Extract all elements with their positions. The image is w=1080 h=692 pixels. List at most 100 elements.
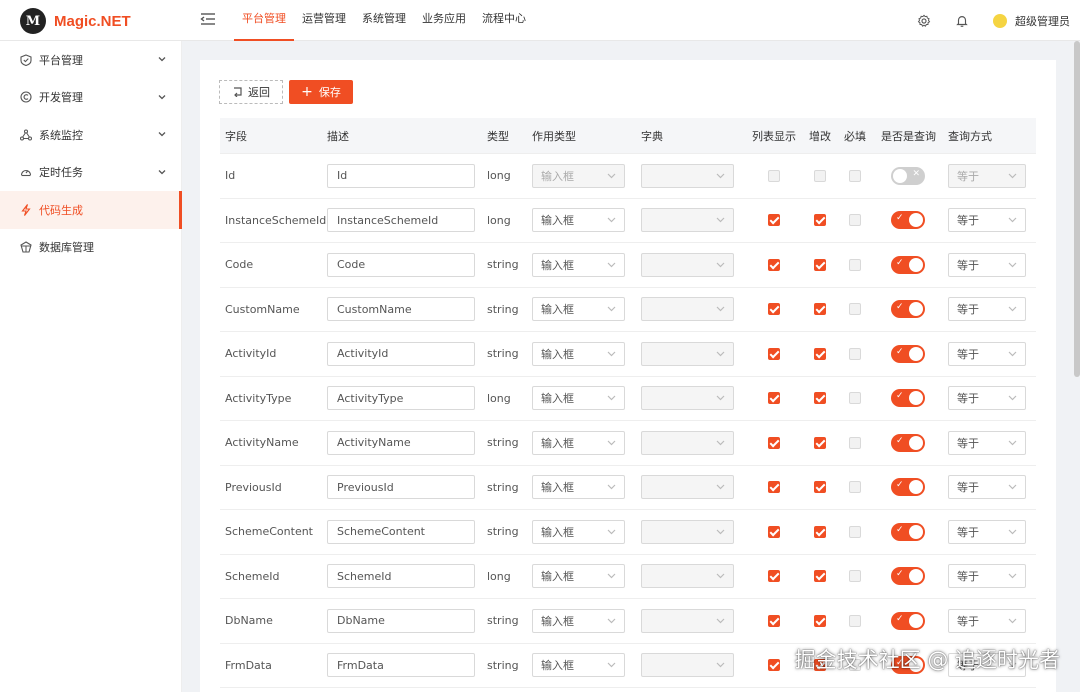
- dict-select[interactable]: [641, 252, 734, 277]
- action-type-select[interactable]: 输入框: [532, 252, 625, 277]
- list-show-checkbox[interactable]: [768, 303, 780, 316]
- dict-select[interactable]: [641, 564, 734, 589]
- query-toggle[interactable]: ✕: [891, 166, 925, 185]
- desc-input[interactable]: FrmData: [327, 653, 475, 678]
- chevron-down-icon[interactable]: [157, 54, 167, 64]
- dict-select[interactable]: [641, 608, 734, 633]
- topnav-tab[interactable]: 运营管理: [294, 0, 354, 41]
- query-mode-select[interactable]: 等于: [948, 430, 1026, 455]
- query-mode-select[interactable]: 等于: [948, 208, 1026, 233]
- required-checkbox[interactable]: [849, 347, 861, 360]
- query-mode-select[interactable]: 等于: [948, 519, 1026, 544]
- dict-select[interactable]: [641, 475, 734, 500]
- action-type-select[interactable]: 输入框: [532, 163, 625, 188]
- list-show-checkbox[interactable]: [768, 258, 780, 271]
- list-show-checkbox[interactable]: [768, 614, 780, 627]
- dict-select[interactable]: [641, 208, 734, 233]
- required-checkbox[interactable]: [849, 525, 861, 538]
- action-type-select[interactable]: 输入框: [532, 608, 625, 633]
- dict-select[interactable]: [641, 386, 734, 411]
- save-button[interactable]: + 保存: [289, 80, 353, 104]
- desc-input[interactable]: InstanceSchemeId: [327, 208, 475, 233]
- list-show-checkbox[interactable]: [768, 214, 780, 227]
- page-scrollbar[interactable]: [1074, 41, 1080, 377]
- edit-checkbox[interactable]: [814, 436, 826, 449]
- query-toggle[interactable]: ✓: [891, 522, 925, 541]
- query-toggle[interactable]: ✓: [891, 611, 925, 630]
- sidebar-item[interactable]: 定时任务: [0, 154, 181, 192]
- action-type-select[interactable]: 输入框: [532, 653, 625, 678]
- action-type-select[interactable]: 输入框: [532, 430, 625, 455]
- gear-icon[interactable]: [917, 14, 931, 28]
- edit-checkbox[interactable]: [814, 392, 826, 405]
- query-toggle[interactable]: ✓: [891, 389, 925, 408]
- edit-checkbox[interactable]: [814, 347, 826, 360]
- required-checkbox[interactable]: [849, 436, 861, 449]
- dict-select[interactable]: [641, 341, 734, 366]
- user-name[interactable]: 超级管理员: [1015, 13, 1070, 29]
- required-checkbox[interactable]: [849, 214, 861, 227]
- action-type-select[interactable]: 输入框: [532, 208, 625, 233]
- query-toggle[interactable]: ✓: [891, 211, 925, 230]
- desc-input[interactable]: PreviousId: [327, 475, 475, 500]
- action-type-select[interactable]: 输入框: [532, 297, 625, 322]
- query-toggle[interactable]: ✓: [891, 433, 925, 452]
- required-checkbox[interactable]: [849, 481, 861, 494]
- dict-select[interactable]: [641, 653, 734, 678]
- edit-checkbox[interactable]: [814, 214, 826, 227]
- action-type-select[interactable]: 输入框: [532, 341, 625, 366]
- edit-checkbox[interactable]: [814, 169, 826, 182]
- edit-checkbox[interactable]: [814, 258, 826, 271]
- query-mode-select[interactable]: 等于: [948, 564, 1026, 589]
- required-checkbox[interactable]: [849, 570, 861, 583]
- desc-input[interactable]: SchemeContent: [327, 519, 475, 544]
- app-logo[interactable]: M Magic.NET: [20, 8, 131, 34]
- edit-checkbox[interactable]: [814, 570, 826, 583]
- edit-checkbox[interactable]: [814, 481, 826, 494]
- list-show-checkbox[interactable]: [768, 436, 780, 449]
- desc-input[interactable]: SchemeId: [327, 564, 475, 589]
- query-toggle[interactable]: ✓: [891, 344, 925, 363]
- query-toggle[interactable]: ✓: [891, 567, 925, 586]
- list-show-checkbox[interactable]: [768, 392, 780, 405]
- dict-select[interactable]: [641, 430, 734, 455]
- query-mode-select[interactable]: 等于: [948, 163, 1026, 188]
- desc-input[interactable]: Id: [327, 163, 475, 188]
- edit-checkbox[interactable]: [814, 303, 826, 316]
- list-show-checkbox[interactable]: [768, 525, 780, 538]
- required-checkbox[interactable]: [849, 169, 861, 182]
- dict-select[interactable]: [641, 297, 734, 322]
- sidebar-item[interactable]: 开发管理: [0, 79, 181, 117]
- chevron-down-icon[interactable]: [157, 92, 167, 102]
- desc-input[interactable]: ActivityName: [327, 430, 475, 455]
- query-toggle[interactable]: ✓: [891, 255, 925, 274]
- topnav-tab[interactable]: 系统管理: [354, 0, 414, 41]
- query-mode-select[interactable]: 等于: [948, 297, 1026, 322]
- list-show-checkbox[interactable]: [768, 347, 780, 360]
- dict-select[interactable]: [641, 163, 734, 188]
- sidebar-item[interactable]: 平台管理: [0, 41, 181, 79]
- list-show-checkbox[interactable]: [768, 169, 780, 182]
- query-mode-select[interactable]: 等于: [948, 475, 1026, 500]
- edit-checkbox[interactable]: [814, 525, 826, 538]
- action-type-select[interactable]: 输入框: [532, 519, 625, 544]
- menu-fold-icon[interactable]: [200, 11, 216, 27]
- topnav-tab[interactable]: 业务应用: [414, 0, 474, 41]
- required-checkbox[interactable]: [849, 392, 861, 405]
- query-mode-select[interactable]: 等于: [948, 386, 1026, 411]
- edit-checkbox[interactable]: [814, 614, 826, 627]
- bell-icon[interactable]: [955, 14, 969, 28]
- dict-select[interactable]: [641, 519, 734, 544]
- avatar[interactable]: [993, 13, 1007, 28]
- topnav-tab[interactable]: 平台管理: [234, 0, 294, 41]
- query-toggle[interactable]: ✓: [891, 300, 925, 319]
- query-mode-select[interactable]: 等于: [948, 608, 1026, 633]
- chevron-down-icon[interactable]: [157, 167, 167, 177]
- chevron-down-icon[interactable]: [157, 129, 167, 139]
- action-type-select[interactable]: 输入框: [532, 386, 625, 411]
- required-checkbox[interactable]: [849, 303, 861, 316]
- sidebar-item[interactable]: 系统监控: [0, 116, 181, 154]
- list-show-checkbox[interactable]: [768, 659, 780, 672]
- action-type-select[interactable]: 输入框: [532, 475, 625, 500]
- sidebar-item[interactable]: 数据库管理: [0, 229, 181, 267]
